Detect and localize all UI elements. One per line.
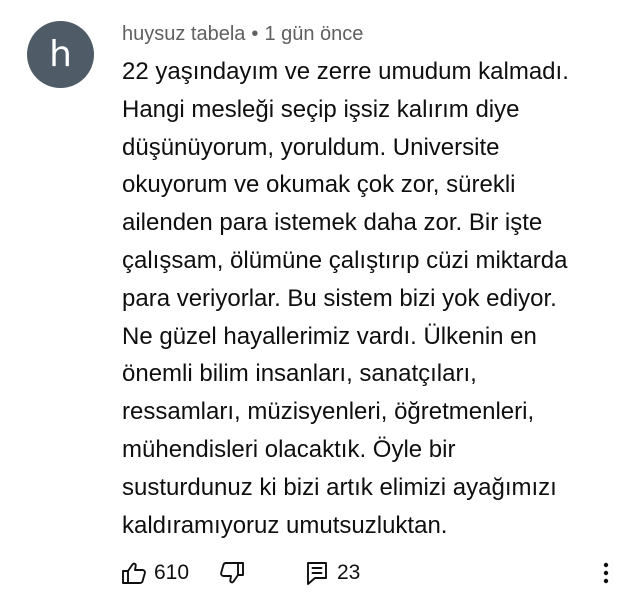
- dislike-button[interactable]: [218, 556, 246, 590]
- reply-button[interactable]: 23: [303, 556, 360, 590]
- avatar-letter: h: [49, 33, 72, 75]
- reply-count: 23: [337, 561, 361, 584]
- comment-line: 22 yaşındayım ve zerre umudum kalmadı.: [122, 58, 569, 85]
- comment-line: önemli bilim insanları, sanatçıları,: [122, 360, 477, 388]
- comment-line: Ne güzel hayallerimiz vardı. Ülkenin en: [122, 322, 537, 350]
- author-name[interactable]: huysuz tabela: [122, 23, 245, 46]
- comment-line: ailenden para istemek daha zor. Bir işte: [122, 209, 543, 237]
- comment-line: düşünüyorum, yoruldum. Universite: [122, 133, 500, 161]
- comment-line: Hangi mesleği seçip işsiz kalırım diye: [122, 95, 520, 123]
- comment-line: okuyorum ve okumak çok zor, sürekli: [122, 171, 516, 199]
- header-separator: •: [251, 22, 259, 45]
- comment-line: kaldıramıyoruz umutsuzluktan.: [122, 511, 448, 539]
- like-count: 610: [154, 561, 190, 584]
- comment-line: çalışsam, ölümüne çalıştırıp cüzi miktar…: [122, 246, 568, 274]
- comment-time[interactable]: 1 gün önce: [264, 23, 363, 46]
- more-options-button[interactable]: [592, 556, 620, 590]
- reply-comment-icon: [303, 559, 331, 587]
- like-button[interactable]: 610: [120, 556, 189, 590]
- more-vertical-icon: [592, 559, 620, 587]
- comment-line: para veriyorlar. Bu sistem bizi yok ediy…: [122, 284, 557, 312]
- comment-line: mühendisleri olacaktık. Öyle bir: [122, 435, 456, 463]
- comment-actions: 610 23: [120, 556, 620, 590]
- comment-line: susturdunuz ki bizi artık elimizi ayağım…: [122, 473, 557, 501]
- thumbs-up-icon: [120, 559, 148, 587]
- thumbs-down-icon: [218, 559, 246, 587]
- avatar[interactable]: h: [27, 21, 94, 88]
- comment-header: huysuz tabela • 1 gün önce: [122, 22, 363, 46]
- comment-line: ressamları, müzisyenleri, öğretmenleri,: [122, 398, 535, 426]
- comment-text: 22 yaşındayım ve zerre umudum kalmadı. H…: [122, 53, 617, 544]
